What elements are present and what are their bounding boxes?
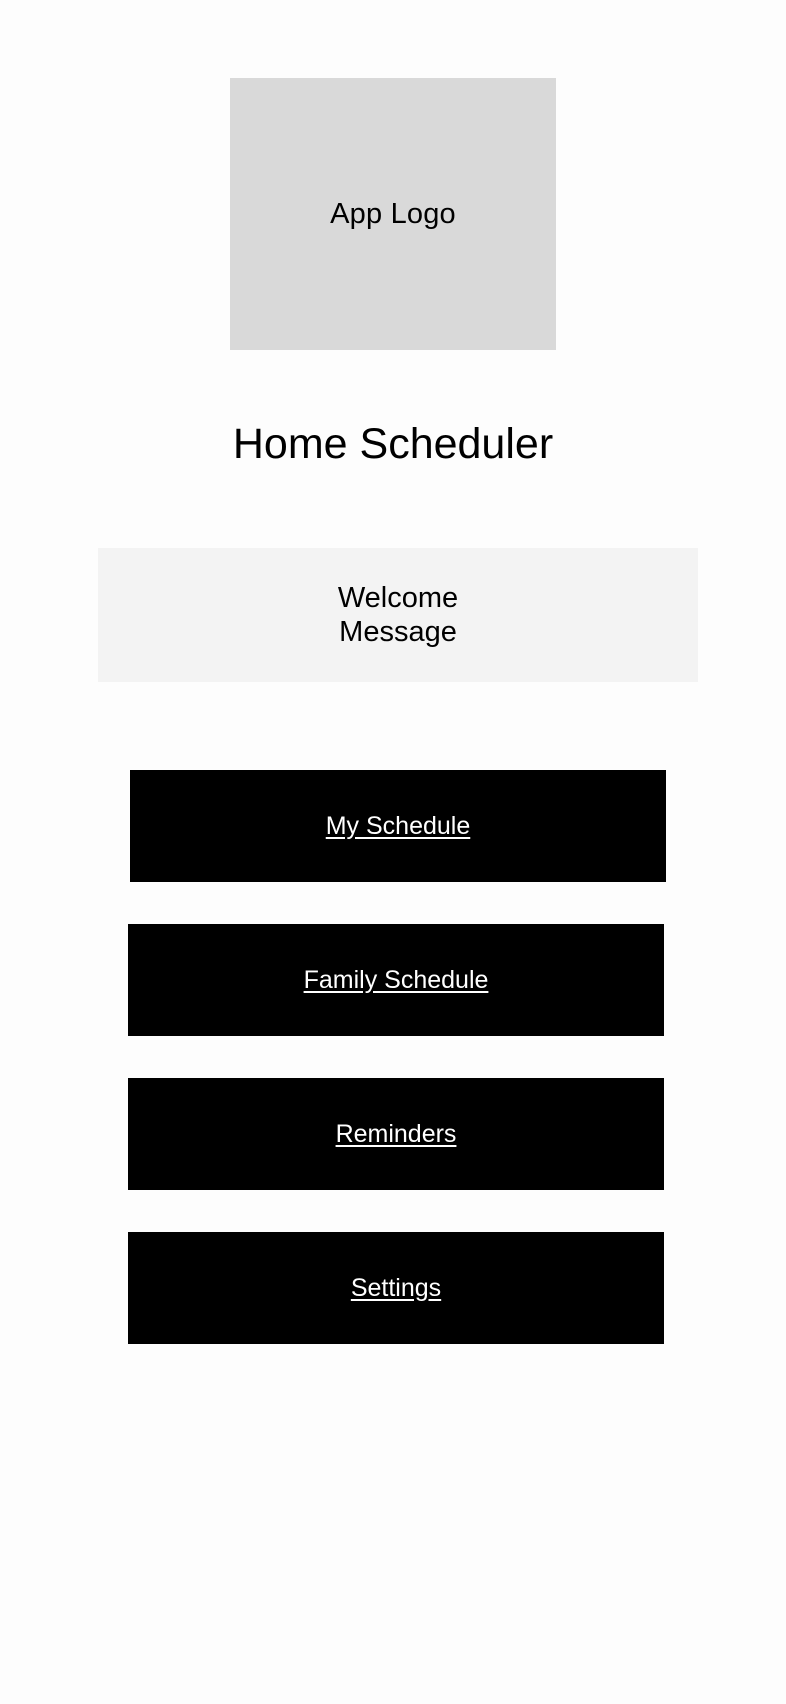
app-logo-placeholder: App Logo	[230, 78, 556, 350]
family-schedule-label: Family Schedule	[303, 965, 489, 994]
family-schedule-button[interactable]: Family Schedule	[128, 924, 664, 1036]
settings-label: Settings	[350, 1273, 442, 1302]
welcome-message: Welcome Message	[337, 582, 459, 648]
settings-button[interactable]: Settings	[128, 1232, 664, 1344]
reminders-label: Reminders	[335, 1119, 457, 1148]
welcome-message-panel: Welcome Message	[98, 548, 698, 682]
page-title: Home Scheduler	[232, 420, 554, 468]
my-schedule-label: My Schedule	[325, 811, 471, 840]
my-schedule-button[interactable]: My Schedule	[130, 770, 666, 882]
app-logo-label: App Logo	[330, 197, 456, 230]
reminders-button[interactable]: Reminders	[128, 1078, 664, 1190]
